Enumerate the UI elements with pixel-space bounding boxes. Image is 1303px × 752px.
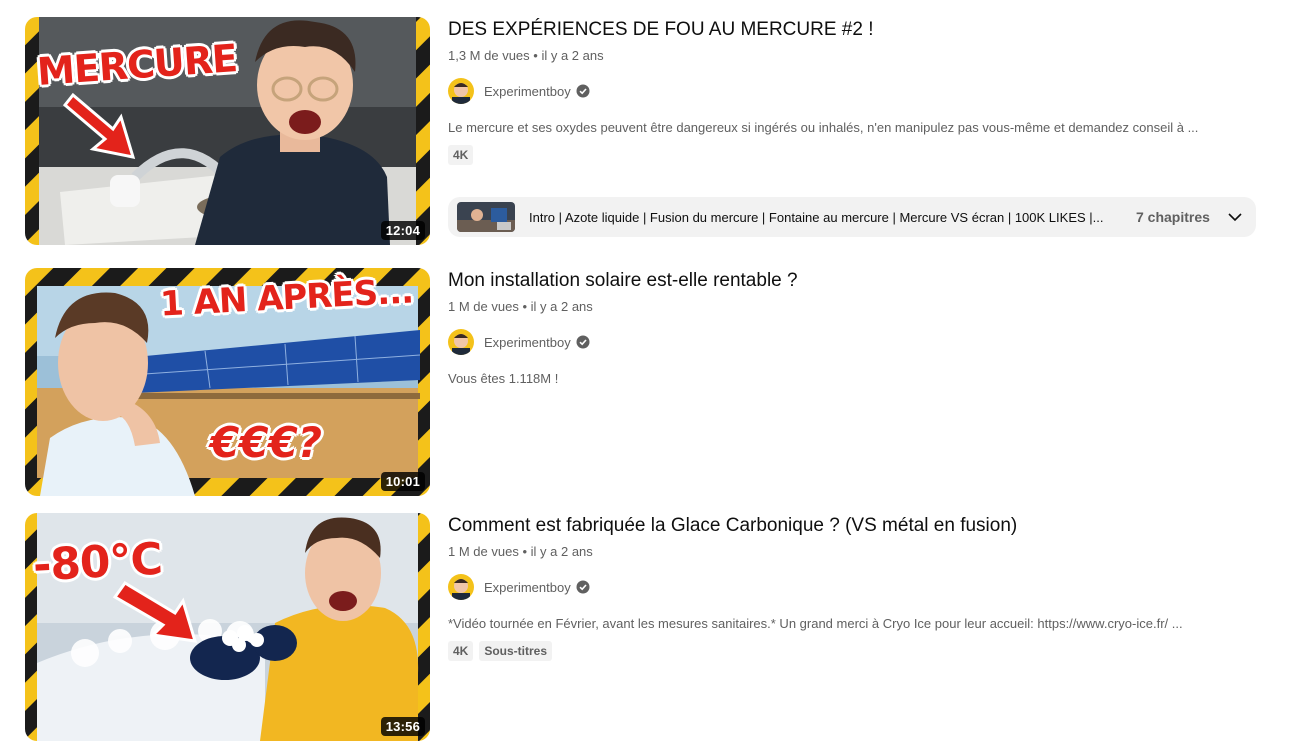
chapters-count: 7 chapitres — [1136, 209, 1210, 225]
video-info: Comment est fabriquée la Glace Carboniqu… — [448, 513, 1268, 661]
meta-separator: • — [533, 48, 538, 63]
channel-row[interactable]: Experimentboy — [448, 328, 1268, 356]
upload-age: il y a 2 ans — [541, 48, 604, 63]
chapters-bar[interactable]: Intro | Azote liquide | Fusion du mercur… — [448, 197, 1256, 237]
channel-name[interactable]: Experimentboy — [484, 84, 571, 99]
channel-name[interactable]: Experimentboy — [484, 580, 571, 595]
channel-row[interactable]: Experimentboy — [448, 77, 1268, 105]
video-metadata: 1 M de vues • il y a 2 ans — [448, 543, 1268, 561]
verified-badge-icon — [576, 580, 590, 594]
channel-row[interactable]: Experimentboy — [448, 573, 1268, 601]
subtitles-badge: Sous-titres — [479, 641, 553, 661]
video-info: Mon installation solaire est-elle rentab… — [448, 268, 1268, 388]
video-item[interactable]: 1 AN APRÈS... €€€? 10:01 Mon installatio… — [25, 268, 1265, 496]
video-title[interactable]: Mon installation solaire est-elle rentab… — [448, 268, 1268, 294]
chevron-down-icon[interactable] — [1226, 208, 1244, 226]
video-title[interactable]: DES EXPÉRIENCES DE FOU AU MERCURE #2 ! — [448, 17, 1268, 43]
verified-badge-icon — [576, 84, 590, 98]
quality-badge: 4K — [448, 641, 474, 661]
view-count: 1 M de vues — [448, 544, 519, 559]
channel-name[interactable]: Experimentboy — [484, 335, 571, 350]
upload-age: il y a 2 ans — [530, 299, 593, 314]
verified-badge-icon — [576, 335, 590, 349]
video-duration: 13:56 — [380, 717, 425, 736]
channel-avatar[interactable] — [448, 78, 474, 104]
channel-avatar[interactable] — [448, 574, 474, 600]
quality-badge: 4K — [448, 145, 474, 165]
video-item[interactable]: MERCURE 12:04 DES EXPÉRIENCES DE FOU AU … — [25, 17, 1265, 245]
video-duration: 10:01 — [380, 472, 425, 491]
video-metadata: 1,3 M de vues • il y a 2 ans — [448, 47, 1268, 65]
badge-list: 4K Sous-titres — [448, 641, 1268, 661]
video-thumbnail[interactable]: MERCURE 12:04 — [25, 17, 430, 245]
meta-separator: • — [522, 544, 528, 559]
channel-avatar[interactable] — [448, 329, 474, 355]
video-item[interactable]: -80°C 13:56 Comment est fabriquée la Gla… — [25, 513, 1265, 741]
view-count: 1 M de vues — [448, 299, 519, 314]
video-description: *Vidéo tournée en Février, avant les mes… — [448, 616, 1183, 631]
upload-age: il y a 2 ans — [530, 544, 593, 559]
chapter-thumbnail — [457, 202, 515, 232]
video-description: Le mercure et ses oxydes peuvent être da… — [448, 120, 1199, 135]
video-title[interactable]: Comment est fabriquée la Glace Carboniqu… — [448, 513, 1268, 539]
thumbnail-text-secondary: €€€? — [210, 418, 323, 467]
video-info: DES EXPÉRIENCES DE FOU AU MERCURE #2 ! 1… — [448, 17, 1268, 237]
badge-list: 4K — [448, 145, 1268, 165]
video-duration: 12:04 — [380, 221, 425, 240]
meta-separator: • — [522, 299, 528, 314]
video-description: Vous êtes 1.118M ! — [448, 371, 559, 386]
thumbnail-text: -80°C — [31, 533, 164, 592]
video-metadata: 1 M de vues • il y a 2 ans — [448, 298, 1268, 316]
video-thumbnail[interactable]: -80°C 13:56 — [25, 513, 430, 741]
view-count: 1,3 M de vues — [448, 48, 530, 63]
video-thumbnail[interactable]: 1 AN APRÈS... €€€? 10:01 — [25, 268, 430, 496]
chapters-list-text: Intro | Azote liquide | Fusion du mercur… — [529, 209, 1104, 225]
